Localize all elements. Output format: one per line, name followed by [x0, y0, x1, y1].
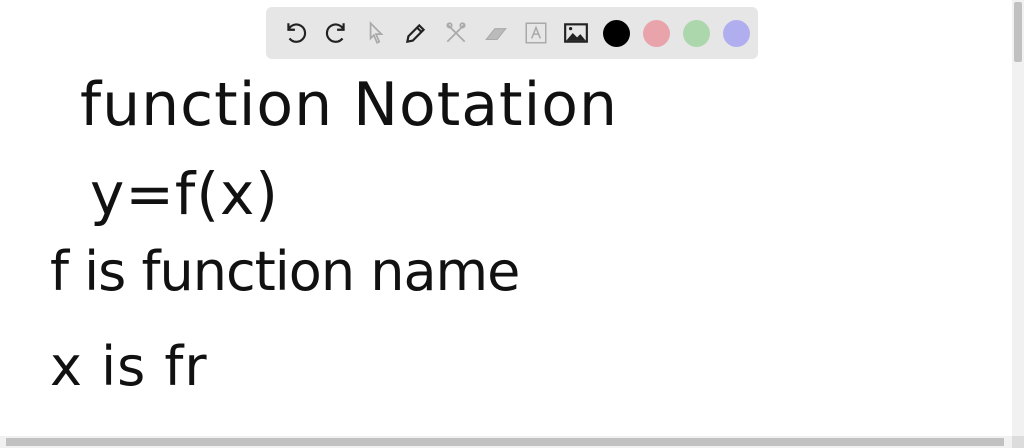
- select-icon: [369, 21, 384, 44]
- handwriting-line: x is fr: [50, 335, 208, 398]
- redo-button[interactable]: [316, 13, 356, 53]
- vertical-scrollbar[interactable]: [1012, 0, 1024, 436]
- vertical-scroll-thumb[interactable]: [1014, 2, 1022, 62]
- horizontal-scrollbar[interactable]: [0, 436, 1012, 448]
- select-button[interactable]: [356, 13, 396, 53]
- color-black[interactable]: [596, 13, 636, 53]
- tools-icon: [446, 22, 466, 43]
- handwriting-line: f is function name: [50, 240, 520, 303]
- eraser-icon: [485, 28, 507, 41]
- color-swatch: [642, 19, 670, 47]
- color-swatch: [682, 19, 710, 47]
- color-swatch: [602, 19, 630, 47]
- scroll-corner: [1012, 436, 1024, 448]
- handwriting-line: y=f(x): [90, 160, 279, 228]
- text-button[interactable]: [516, 13, 556, 53]
- tools-button[interactable]: [436, 13, 476, 53]
- color-red[interactable]: [636, 13, 676, 53]
- pen-icon: [405, 23, 426, 44]
- image-button[interactable]: [556, 13, 596, 53]
- color-swatch: [722, 19, 750, 47]
- undo-icon: [287, 23, 307, 43]
- color-purple[interactable]: [716, 13, 756, 53]
- eraser-button[interactable]: [476, 13, 516, 53]
- horizontal-scroll-thumb[interactable]: [6, 438, 1004, 446]
- undo-button[interactable]: [276, 13, 316, 53]
- redo-icon: [325, 23, 345, 43]
- toolbar: [266, 7, 758, 59]
- pen-button[interactable]: [396, 13, 436, 53]
- text-icon: [525, 22, 547, 44]
- handwriting-line: function Notation: [80, 70, 618, 140]
- color-green[interactable]: [676, 13, 716, 53]
- image-icon: [564, 23, 588, 43]
